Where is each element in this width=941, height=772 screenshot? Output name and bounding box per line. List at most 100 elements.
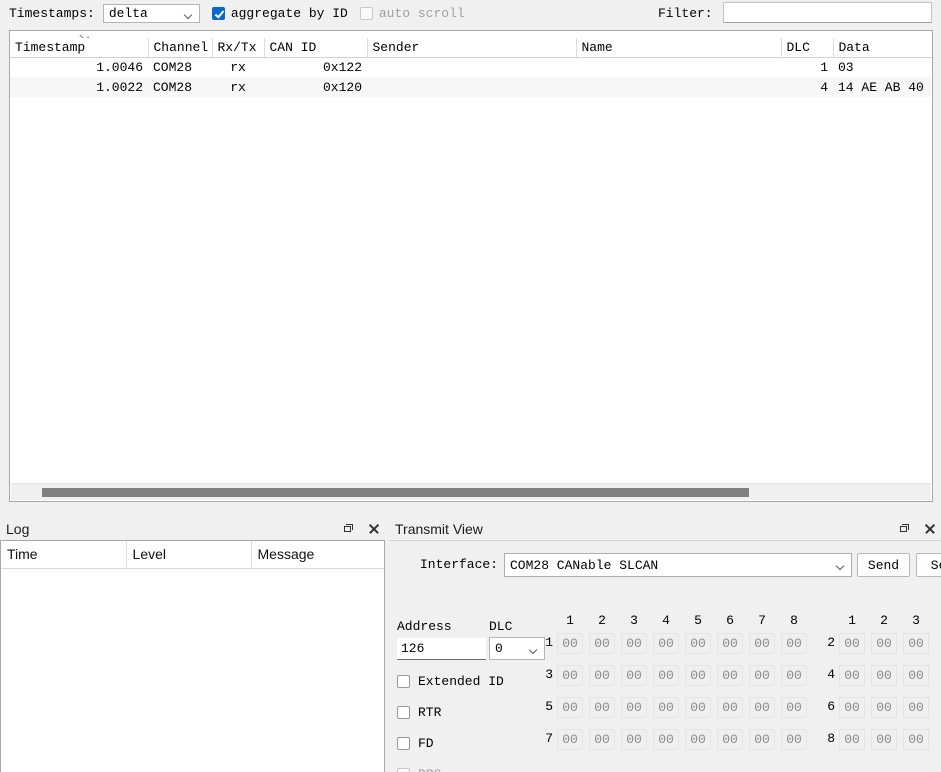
trace-table: Timestamp Channel Rx/Tx CAN ID Sender Na… — [10, 38, 932, 97]
left-byte-3-2[interactable] — [589, 665, 615, 686]
left-byte-5-7[interactable] — [749, 697, 775, 718]
column-header-timestamp[interactable]: Timestamp — [10, 38, 149, 58]
left-byte-5-8[interactable] — [781, 697, 807, 718]
auto-scroll-checkbox: auto scroll — [359, 6, 465, 21]
left-byte-7-3[interactable] — [621, 729, 647, 750]
left-byte-1-1[interactable] — [557, 633, 583, 654]
right-byte-4-1[interactable] — [839, 665, 865, 686]
scrollbar-thumb[interactable] — [42, 488, 749, 497]
cell-data: 03 — [838, 59, 854, 75]
left-byte-7-8[interactable] — [781, 729, 807, 750]
left-byte-5-3[interactable] — [621, 697, 647, 718]
right-byte-2-3[interactable] — [903, 633, 929, 654]
left-byte-1-4[interactable] — [653, 633, 679, 654]
column-header-dlc[interactable]: DLC — [781, 38, 834, 58]
dlc-select-value: 0 — [495, 641, 503, 656]
aggregate-by-id-checkbox[interactable]: aggregate by ID — [211, 6, 348, 21]
left-byte-1-3[interactable] — [621, 633, 647, 654]
column-header-can-id[interactable]: CAN ID — [264, 38, 368, 58]
address-input[interactable] — [397, 638, 486, 660]
cell-name — [576, 77, 781, 97]
byte-row-header: 7 — [545, 731, 553, 746]
table-row[interactable]: 1.0046 COM28 rx 0x122 1 03 — [10, 57, 932, 77]
right-byte-8-2[interactable] — [871, 729, 897, 750]
float-icon[interactable] — [341, 522, 355, 536]
left-byte-3-6[interactable] — [717, 665, 743, 686]
fd-checkbox[interactable]: FD — [397, 736, 434, 751]
right-byte-4-2[interactable] — [871, 665, 897, 686]
extended-id-checkbox[interactable]: Extended ID — [397, 674, 504, 689]
column-header-message[interactable]: Message — [251, 541, 384, 569]
checkbox-box — [397, 768, 410, 772]
left-byte-5-2[interactable] — [589, 697, 615, 718]
column-header-time[interactable]: Time — [1, 541, 127, 569]
byte-column-header: 2 — [598, 613, 606, 628]
left-byte-3-5[interactable] — [685, 665, 711, 686]
right-byte-8-3[interactable] — [903, 729, 929, 750]
byte-column-header: 3 — [912, 613, 920, 628]
byte-column-header: 3 — [630, 613, 638, 628]
column-header-level[interactable]: Level — [126, 541, 252, 569]
log-panel: Log Time Level Message — [0, 518, 385, 772]
cell-dlc: 1 — [820, 59, 828, 75]
column-header-name[interactable]: Name — [576, 38, 782, 58]
float-icon[interactable] — [897, 522, 911, 536]
left-byte-3-7[interactable] — [749, 665, 775, 686]
log-table: Time Level Message — [1, 541, 384, 569]
left-byte-7-1[interactable] — [557, 729, 583, 750]
left-byte-3-4[interactable] — [653, 665, 679, 686]
timestamps-select[interactable]: delta — [102, 4, 200, 23]
extended-id-label: Extended ID — [418, 674, 504, 689]
right-byte-2-1[interactable] — [839, 633, 865, 654]
byte-column-header: 1 — [566, 613, 574, 628]
filter-input[interactable] — [723, 2, 932, 23]
right-byte-6-1[interactable] — [839, 697, 865, 718]
left-byte-5-1[interactable] — [557, 697, 583, 718]
left-byte-7-2[interactable] — [589, 729, 615, 750]
left-byte-1-6[interactable] — [717, 633, 743, 654]
rtr-label: RTR — [418, 705, 442, 720]
left-byte-7-4[interactable] — [653, 729, 679, 750]
dlc-select[interactable]: 0 — [489, 637, 545, 660]
column-header-rxtx[interactable]: Rx/Tx — [212, 38, 265, 58]
send-button[interactable]: Send — [857, 553, 910, 577]
left-byte-1-7[interactable] — [749, 633, 775, 654]
column-header-channel[interactable]: Channel — [148, 38, 213, 58]
right-byte-2-2[interactable] — [871, 633, 897, 654]
cell-name — [576, 57, 781, 77]
right-byte-6-2[interactable] — [871, 697, 897, 718]
table-row[interactable]: 1.0022 COM28 rx 0x120 4 14 AE AB 40 — [10, 77, 932, 97]
left-byte-7-6[interactable] — [717, 729, 743, 750]
right-byte-8-1[interactable] — [839, 729, 865, 750]
right-byte-4-3[interactable] — [903, 665, 929, 686]
left-byte-7-5[interactable] — [685, 729, 711, 750]
horizontal-scrollbar[interactable] — [11, 483, 931, 500]
send-cyclic-button[interactable]: Sen — [916, 553, 941, 577]
left-byte-5-4[interactable] — [653, 697, 679, 718]
left-byte-1-2[interactable] — [589, 633, 615, 654]
column-header-data[interactable]: Data — [833, 38, 932, 58]
left-byte-1-5[interactable] — [685, 633, 711, 654]
close-icon[interactable] — [923, 522, 937, 536]
brs-checkbox: BRS — [397, 767, 441, 772]
byte-row-header: 8 — [827, 731, 835, 746]
auto-scroll-label: auto scroll — [378, 6, 465, 21]
left-byte-1-8[interactable] — [781, 633, 807, 654]
rtr-checkbox[interactable]: RTR — [397, 705, 441, 720]
column-header-sender[interactable]: Sender — [367, 38, 577, 58]
right-byte-6-3[interactable] — [903, 697, 929, 718]
left-byte-5-5[interactable] — [685, 697, 711, 718]
left-byte-7-7[interactable] — [749, 729, 775, 750]
chevron-down-icon — [837, 563, 845, 568]
byte-row-header: 1 — [545, 635, 553, 650]
left-byte-3-8[interactable] — [781, 665, 807, 686]
log-panel-titlebar[interactable]: Log — [0, 518, 385, 540]
checkbox-box — [397, 737, 410, 750]
left-byte-5-6[interactable] — [717, 697, 743, 718]
transmit-panel-titlebar[interactable]: Transmit View — [389, 518, 941, 540]
left-byte-3-3[interactable] — [621, 665, 647, 686]
left-byte-3-1[interactable] — [557, 665, 583, 686]
interface-select[interactable]: COM28 CANable SLCAN — [504, 553, 852, 577]
interface-label: Interface: — [420, 557, 499, 572]
close-icon[interactable] — [367, 522, 381, 536]
